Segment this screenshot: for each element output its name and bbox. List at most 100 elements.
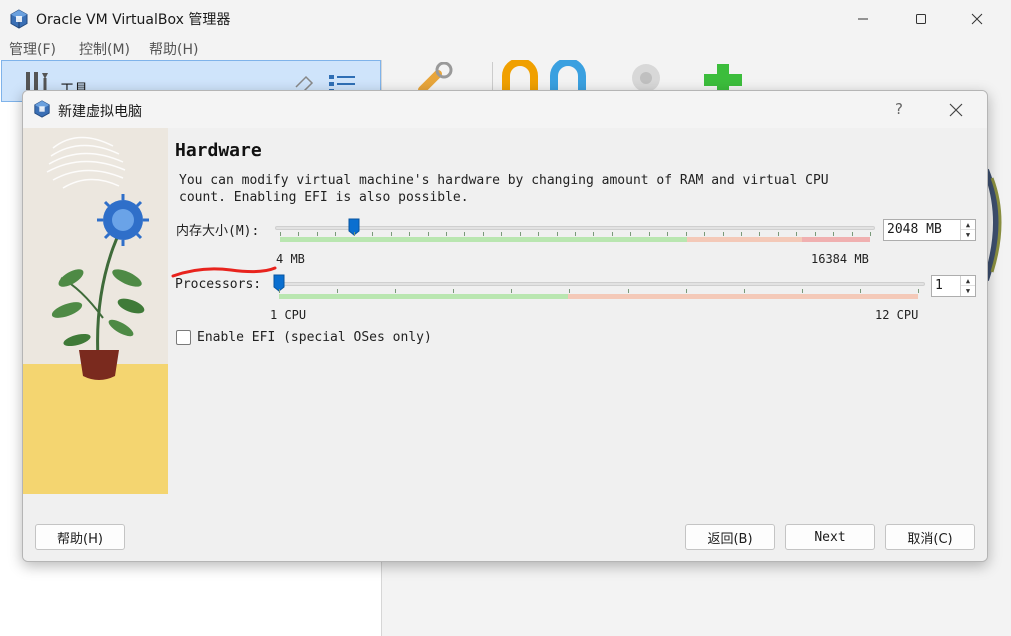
slider-tick	[743, 289, 745, 293]
memory-slider-track[interactable]	[275, 226, 875, 230]
next-button[interactable]: Next	[785, 524, 875, 550]
slider-tick	[777, 232, 779, 236]
processors-decrement-button[interactable]: ▼	[961, 286, 975, 296]
close-icon	[971, 13, 983, 25]
processors-value: 1	[935, 278, 943, 293]
gear-icon[interactable]	[620, 60, 666, 94]
slider-tick	[353, 232, 355, 236]
menu-control[interactable]: 控制(M)	[79, 39, 130, 59]
slider-tick	[569, 289, 571, 293]
new-vm-dialog: 新建虚拟电脑 ? Hardware You can modify virtual…	[22, 90, 988, 562]
slider-tick	[575, 232, 576, 236]
dialog-titlebar: 新建虚拟电脑 ?	[23, 91, 987, 128]
slider-tick	[870, 232, 871, 236]
memory-decrement-button[interactable]: ▼	[961, 230, 975, 240]
slider-tick	[453, 289, 455, 293]
slider-tick	[627, 289, 629, 293]
processors-max-label: 12 CPU	[875, 308, 919, 322]
slider-tick	[280, 232, 281, 236]
slider-tick	[538, 232, 540, 236]
dialog-title: 新建虚拟电脑	[58, 104, 142, 120]
processors-safe-zone	[279, 294, 568, 299]
slider-tick	[851, 232, 853, 236]
slider-tick	[335, 232, 337, 236]
slider-tick	[740, 232, 742, 236]
slider-tick	[556, 232, 558, 236]
slider-tick	[796, 232, 798, 236]
minimize-icon	[858, 18, 868, 20]
processors-min-label: 1 CPU	[270, 308, 307, 322]
help-button[interactable]: 帮助(H)	[35, 524, 125, 550]
close-window-button[interactable]	[954, 0, 1000, 38]
slider-tick	[395, 289, 397, 293]
processors-slider-track[interactable]	[275, 282, 925, 286]
slider-tick	[445, 232, 447, 236]
slider-tick	[482, 232, 484, 236]
slider-tick	[316, 232, 318, 236]
back-button[interactable]: 返回(B)	[685, 524, 775, 550]
dialog-close-icon[interactable]	[945, 99, 967, 121]
preview-edge-graphic	[986, 168, 1002, 281]
slider-tick	[372, 232, 374, 236]
add-machine-icon[interactable]	[700, 60, 746, 94]
plant-illustration	[23, 128, 168, 494]
slider-tick	[630, 232, 632, 236]
slider-tick	[501, 232, 503, 236]
slider-tick	[667, 232, 669, 236]
slider-tick	[409, 232, 411, 236]
maximize-button[interactable]	[898, 0, 944, 38]
virtualbox-logo-icon	[10, 9, 28, 29]
processors-spinbox[interactable]: 1 ▲ ▼	[931, 275, 976, 297]
slider-tick	[593, 232, 595, 236]
slider-tick	[511, 289, 513, 293]
slider-tick	[833, 232, 835, 236]
processors-warn-zone	[568, 294, 918, 299]
processors-spin-arrows: ▲ ▼	[960, 276, 975, 296]
slider-tick	[390, 232, 392, 236]
slider-tick	[722, 232, 724, 236]
memory-size-value: 2048 MB	[887, 222, 942, 237]
slider-tick	[685, 232, 687, 236]
slider-tick	[611, 232, 613, 236]
menu-manage[interactable]: 管理(F)	[9, 39, 56, 59]
show-icon[interactable]	[548, 60, 594, 94]
slider-tick	[298, 232, 300, 236]
enable-efi-checkbox[interactable]	[176, 330, 191, 345]
minimize-button[interactable]	[840, 0, 886, 38]
memory-danger-zone	[802, 237, 870, 242]
slider-tick	[801, 289, 803, 293]
enable-efi-label[interactable]: Enable EFI (special OSes only)	[197, 330, 432, 345]
virtualbox-logo-icon	[34, 100, 50, 118]
menu-help[interactable]: 帮助(H)	[149, 39, 198, 59]
slider-tick	[685, 289, 687, 293]
slider-tick	[859, 289, 861, 293]
memory-safe-zone	[280, 237, 687, 242]
memory-increment-button[interactable]: ▲	[961, 220, 975, 230]
dialog-footer: 帮助(H) 返回(B) Next 取消(C)	[23, 513, 987, 561]
slider-tick	[279, 289, 280, 293]
memory-max-label: 16384 MB	[811, 252, 869, 266]
main-titlebar: Oracle VM VirtualBox 管理器	[0, 0, 1011, 38]
cancel-button[interactable]: 取消(C)	[885, 524, 975, 550]
memory-size-spinbox[interactable]: 2048 MB ▲ ▼	[883, 219, 976, 241]
slider-tick	[759, 232, 761, 236]
section-description: You can modify virtual machine's hardwar…	[179, 173, 829, 205]
slider-tick	[464, 232, 466, 236]
slider-tick	[337, 289, 339, 293]
slider-tick	[519, 232, 521, 236]
dialog-help-button[interactable]: ?	[889, 100, 909, 118]
memory-min-label: 4 MB	[276, 252, 305, 266]
processors-increment-button[interactable]: ▲	[961, 276, 975, 286]
slider-tick	[648, 232, 650, 236]
menu-bar: 管理(F) 控制(M) 帮助(H)	[0, 38, 1011, 60]
memory-size-label: 内存大小(M):	[176, 224, 260, 239]
section-title: Hardware	[175, 140, 262, 161]
maximize-icon	[916, 14, 926, 24]
discard-icon[interactable]	[500, 60, 546, 94]
memory-warn-zone	[687, 237, 802, 242]
slider-tick	[704, 232, 706, 236]
slider-tick	[918, 289, 919, 293]
slider-tick	[427, 232, 429, 236]
pin-icon[interactable]	[292, 73, 318, 91]
slider-tick	[814, 232, 816, 236]
